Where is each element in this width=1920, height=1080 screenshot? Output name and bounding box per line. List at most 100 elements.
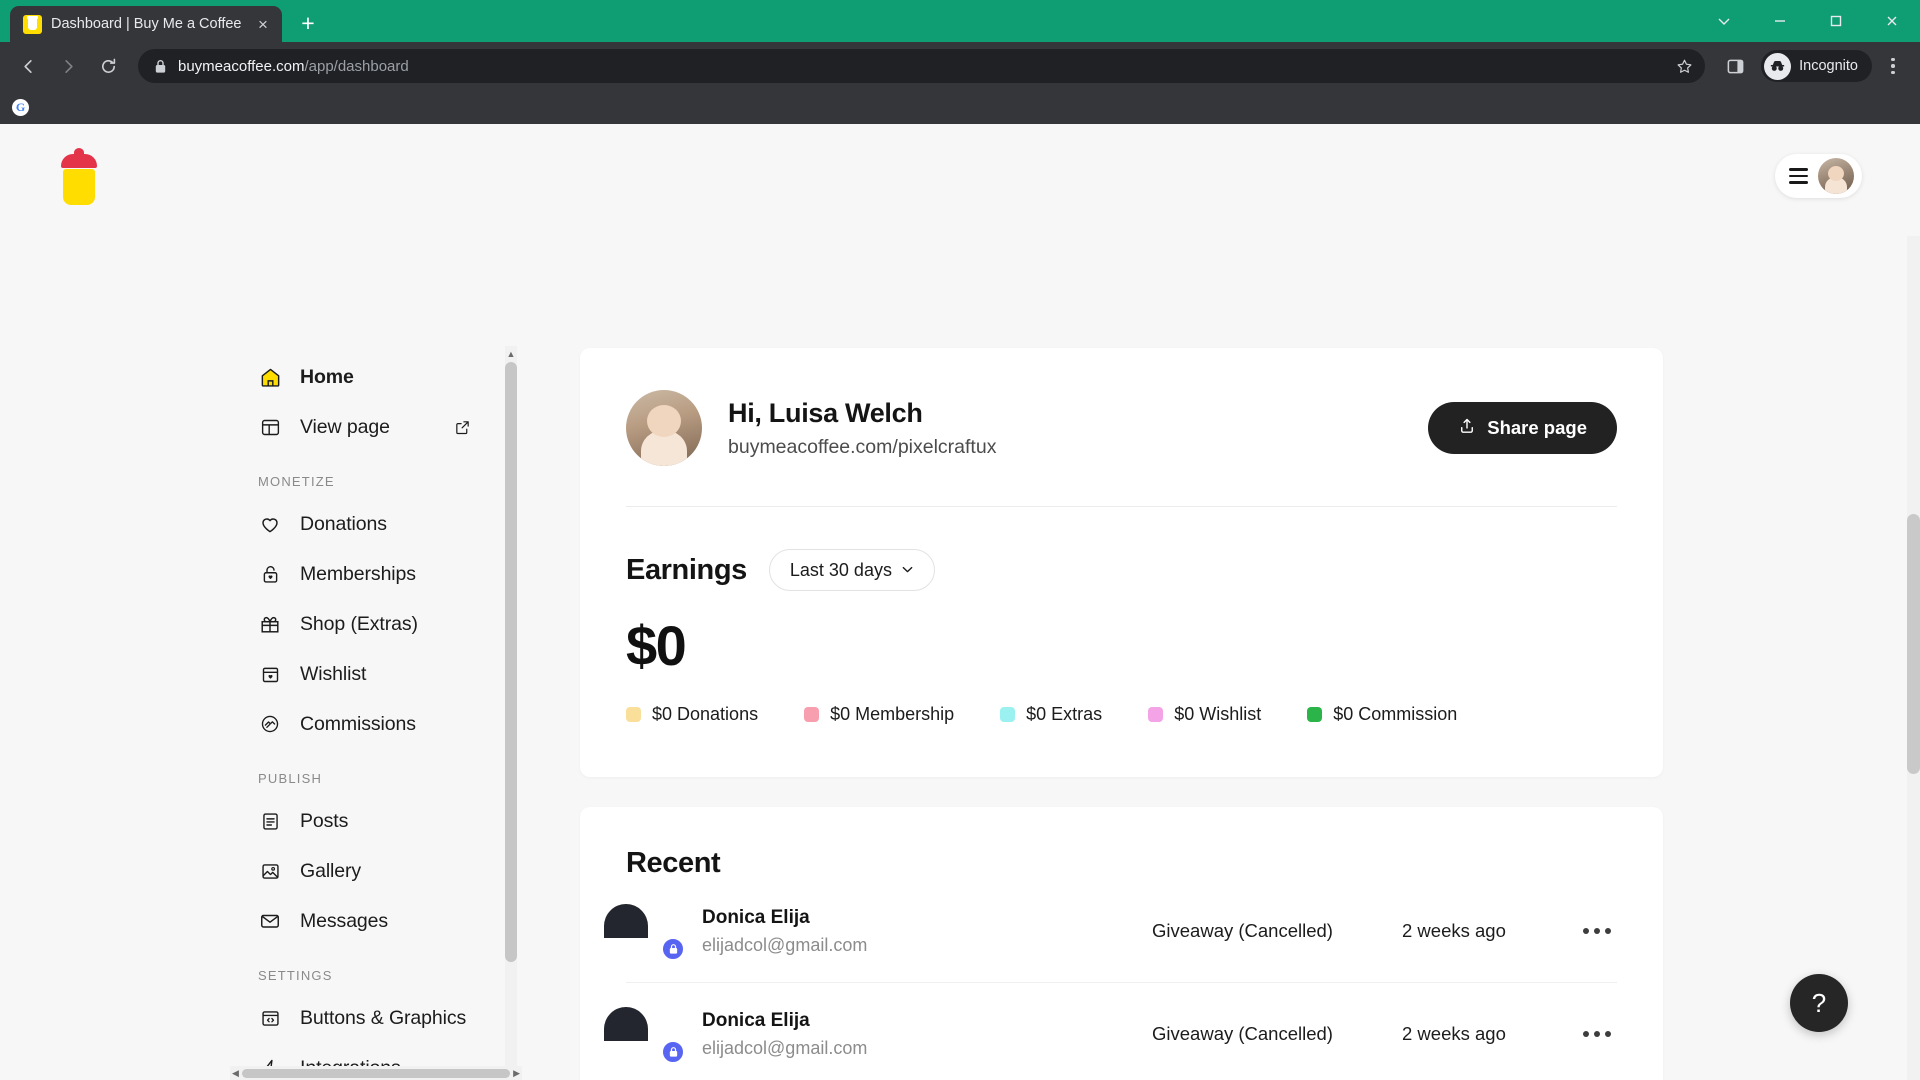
earnings-total: $0 xyxy=(626,614,687,677)
legend-swatch xyxy=(1000,707,1016,722)
lock-icon xyxy=(661,1040,685,1064)
back-icon[interactable] xyxy=(10,48,46,84)
bookmark-star-icon[interactable] xyxy=(1676,58,1693,75)
window-close-icon[interactable] xyxy=(1864,0,1920,42)
address-bar[interactable]: buymeacoffee.com/app/dashboard xyxy=(138,49,1706,83)
sidebar-item-label: Donations xyxy=(300,512,387,535)
sidebar-item-buttons-graphics[interactable]: Buttons & Graphics xyxy=(258,993,508,1043)
browser-menu-icon[interactable] xyxy=(1876,49,1910,83)
date-range-label: Last 30 days xyxy=(789,559,892,580)
supporter-name: Donica Elija xyxy=(702,1009,810,1031)
coffee-cup-icon xyxy=(23,14,42,34)
browser-tab[interactable]: Dashboard | Buy Me a Coffee × xyxy=(10,6,282,42)
lock-heart-icon xyxy=(258,562,282,586)
hamburger-menu-icon[interactable] xyxy=(1789,168,1808,184)
sidebar-horizontal-scrollbar[interactable]: ◀ ▶ xyxy=(230,1066,522,1080)
legend-item-extras: $0 Extras xyxy=(1000,704,1102,725)
sidebar-item-home[interactable]: Home xyxy=(258,352,508,402)
earnings-title: Earnings xyxy=(626,553,747,586)
help-button[interactable]: ? xyxy=(1790,974,1848,1032)
sidebar-item-label: Commissions xyxy=(300,712,416,735)
chevron-down-icon[interactable] xyxy=(1696,0,1752,42)
sidebar-item-shop-extras[interactable]: Shop (Extras) xyxy=(258,599,508,649)
sidebar-item-gallery[interactable]: Gallery xyxy=(258,846,508,896)
window-controls xyxy=(1696,0,1920,42)
browser-window: Dashboard | Buy Me a Coffee × + buymeaco… xyxy=(0,0,1920,1080)
google-icon: G xyxy=(12,98,29,116)
page-title: Hi, Luisa Welch xyxy=(728,397,923,428)
incognito-label: Incognito xyxy=(1799,58,1858,74)
more-options-icon[interactable] xyxy=(1583,928,1617,934)
legend-label: $0 Commission xyxy=(1333,704,1458,724)
bookmark-google[interactable]: G xyxy=(12,98,29,116)
maximize-icon[interactable] xyxy=(1808,0,1864,42)
legend-item-wishlist: $0 Wishlist xyxy=(1148,704,1261,725)
earnings-header: Earnings Last 30 days xyxy=(626,549,1617,591)
table-row[interactable]: Donica Elija elijadcol@gmail.com Giveawa… xyxy=(626,983,1617,1080)
reload-icon[interactable] xyxy=(90,48,126,84)
header-account-control[interactable] xyxy=(1775,154,1862,198)
supporter-avatar xyxy=(626,904,685,961)
divider xyxy=(626,506,1617,507)
scroll-right-icon[interactable]: ▶ xyxy=(513,1068,520,1079)
image-icon xyxy=(258,859,282,883)
forward-icon[interactable] xyxy=(50,48,86,84)
transaction-time: 2 weeks ago xyxy=(1402,920,1506,941)
share-page-button[interactable]: Share page xyxy=(1428,402,1617,454)
transaction-type: Giveaway (Cancelled) xyxy=(1152,1023,1333,1044)
tab-strip: Dashboard | Buy Me a Coffee × + xyxy=(0,0,1920,42)
side-panel-icon[interactable] xyxy=(1717,48,1753,84)
sidebar-item-commissions[interactable]: Commissions xyxy=(258,699,508,749)
recent-title: Recent xyxy=(626,847,721,879)
sidebar-scrollbar-thumb[interactable] xyxy=(505,362,517,962)
supporter-name: Donica Elija xyxy=(702,906,810,928)
supporter-identity: Donica Elija elijadcol@gmail.com xyxy=(702,907,1152,956)
minimize-icon[interactable] xyxy=(1752,0,1808,42)
earnings-legend: $0 Donations $0 Membership $0 Extras $0 … xyxy=(626,704,1617,777)
sidebar-item-label: Gallery xyxy=(300,859,362,882)
legend-label: $0 Wishlist xyxy=(1174,704,1262,724)
sidebar-section-publish: PUBLISH xyxy=(258,771,323,786)
legend-swatch xyxy=(1148,707,1164,722)
sidebar-item-posts[interactable]: Posts xyxy=(258,796,508,846)
scroll-left-icon[interactable]: ◀ xyxy=(232,1068,239,1079)
table-row[interactable]: Donica Elija elijadcol@gmail.com Giveawa… xyxy=(626,880,1617,983)
browser-toolbar: buymeacoffee.com/app/dashboard Incognito xyxy=(0,42,1920,90)
legend-item-donations: $0 Donations xyxy=(626,704,758,725)
sidebar-item-view-page[interactable]: View page xyxy=(258,402,508,452)
scroll-up-icon[interactable]: ▲ xyxy=(505,346,517,362)
legend-swatch xyxy=(626,707,641,722)
transaction-type: Giveaway (Cancelled) xyxy=(1152,920,1333,941)
tab-title: Dashboard | Buy Me a Coffee xyxy=(51,16,242,32)
external-link-icon[interactable] xyxy=(454,419,471,436)
legend-label: $0 Donations xyxy=(652,704,759,724)
close-icon[interactable]: × xyxy=(252,13,274,35)
sidebar-item-wishlist[interactable]: Wishlist xyxy=(258,649,508,699)
bookmarks-bar: G xyxy=(0,90,1920,124)
incognito-profile-pill[interactable]: Incognito xyxy=(1761,50,1872,82)
profile-text: Hi, Luisa Welch buymeacoffee.com/pixelcr… xyxy=(728,398,996,459)
sidebar-item-label: Memberships xyxy=(300,562,416,585)
more-options-icon[interactable] xyxy=(1583,1031,1617,1037)
lock-icon xyxy=(154,59,167,74)
page-viewport: Home View page MONETIZE Donations Member… xyxy=(0,124,1920,1080)
sidebar: Home View page MONETIZE Donations Member… xyxy=(0,124,522,1080)
horizontal-scrollbar-thumb[interactable] xyxy=(241,1068,511,1078)
heart-icon xyxy=(258,512,282,536)
sidebar-item-donations[interactable]: Donations xyxy=(258,499,508,549)
sidebar-item-messages[interactable]: Messages xyxy=(258,896,508,946)
date-range-dropdown[interactable]: Last 30 days xyxy=(768,549,935,591)
code-window-icon xyxy=(258,1006,282,1030)
avatar[interactable] xyxy=(1818,158,1854,194)
url-domain: buymeacoffee.com xyxy=(178,57,305,75)
chevron-down-icon xyxy=(901,560,914,581)
sidebar-item-memberships[interactable]: Memberships xyxy=(258,549,508,599)
legend-label: $0 Extras xyxy=(1026,704,1103,724)
supporter-email: elijadcol@gmail.com xyxy=(702,1037,868,1058)
supporter-email: elijadcol@gmail.com xyxy=(702,934,868,955)
page-scrollbar-thumb[interactable] xyxy=(1907,514,1920,774)
transaction-time: 2 weeks ago xyxy=(1402,1023,1506,1044)
new-tab-button[interactable]: + xyxy=(291,6,325,40)
layout-icon xyxy=(258,415,282,439)
sidebar-item-label: Posts xyxy=(300,809,349,832)
